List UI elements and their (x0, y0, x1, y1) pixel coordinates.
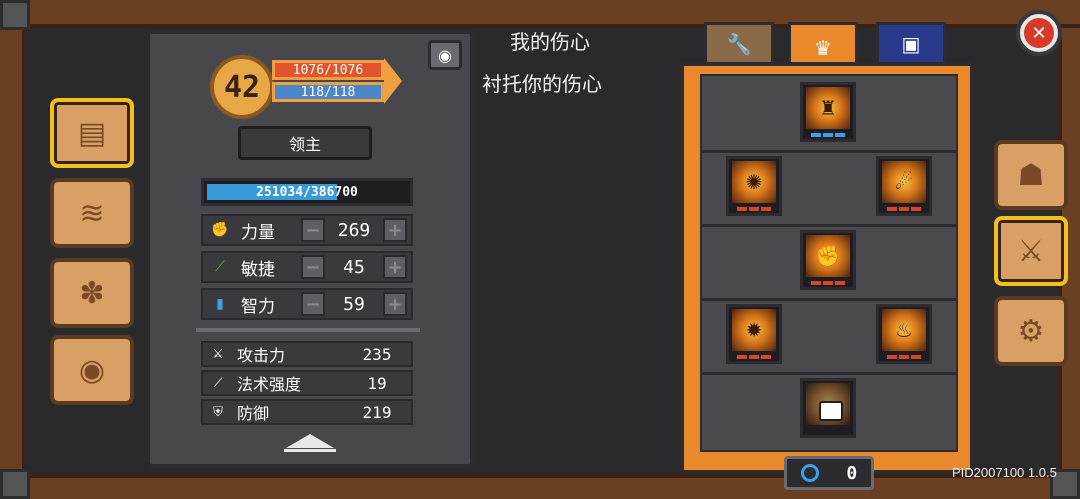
attr-label: 法术强度 (237, 375, 302, 394)
skill-whirlwind[interactable]: ✺ (726, 156, 782, 216)
attr-value: 219 (362, 402, 392, 422)
decrease-strength-button[interactable]: − (301, 218, 325, 242)
wrench-icon: 🔧 (726, 32, 752, 56)
whirl-icon: ✺ (732, 161, 776, 203)
grid-line (700, 298, 958, 301)
level-badge: 42 (210, 55, 274, 119)
meteor-icon: ☄ (882, 161, 926, 203)
skill-pips (887, 207, 921, 211)
collapse-arrow-icon[interactable] (286, 434, 334, 448)
shield-icon: ⛨ (213, 404, 223, 420)
wand-icon: ⟋ (213, 375, 223, 391)
warrior-silhouette-icon: ♜ (806, 87, 850, 129)
stat-value: 59 (343, 293, 365, 315)
frame-corner (0, 469, 30, 499)
skill-points-counter: 0 (784, 456, 874, 490)
settings-icon: ⚙ (1017, 313, 1045, 349)
attr-value: 19 (367, 373, 387, 393)
stat-label: 敏捷 (241, 259, 275, 280)
skill-lord-aura[interactable]: ♜ (800, 82, 856, 142)
attr-label: 防御 (237, 404, 270, 423)
attr-value: 235 (362, 344, 392, 364)
skill-pips (737, 207, 771, 211)
armor-icon: ▣ (901, 32, 921, 56)
decrease-agility-button[interactable]: − (301, 255, 325, 279)
attr-row-defense: ⛨ 防御 219 (201, 399, 413, 425)
tab-journal[interactable]: ▤ (50, 98, 134, 168)
grid-line (700, 372, 958, 375)
crown-icon: ♛ (814, 35, 832, 60)
hp-bar: 1076/1076 (272, 60, 384, 80)
version-label: PID2007100 1.0.5 (952, 465, 1057, 480)
stat-row-strength: ✊ 力量 − 269 + (201, 214, 413, 246)
attr-row-spell-power: ⟋ 法术强度 19 (201, 370, 413, 396)
frame-corner (0, 0, 30, 30)
camera-icon: ◉ (438, 45, 452, 65)
lock-icon (819, 401, 843, 421)
fist-icon: ✊ (806, 235, 850, 277)
grid-line (700, 150, 958, 153)
skill-pips (887, 355, 921, 359)
increase-strength-button[interactable]: + (383, 218, 407, 242)
tab-bell[interactable]: ◉ (50, 335, 134, 405)
stat-value: 269 (337, 219, 371, 241)
decrease-intellect-button[interactable]: − (301, 292, 325, 316)
fire-gate-icon: ♨ (882, 309, 926, 351)
skill-fire-gate[interactable]: ♨ (876, 304, 932, 364)
grid-line (700, 224, 958, 227)
tab-equipment[interactable]: ☗ (994, 140, 1068, 210)
exp-text: 251034/386700 (256, 184, 358, 200)
book-icon: ▤ (77, 115, 107, 151)
frame-bottom (0, 474, 1080, 499)
tab-map[interactable]: ≋ (50, 178, 134, 248)
quote-line-2: 衬托你的伤心 (482, 72, 602, 96)
stat-row-agility: ⟋ 敏捷 − 45 + (201, 251, 413, 283)
feather-icon: ⟋ (215, 259, 225, 275)
attr-label: 攻击力 (237, 346, 286, 365)
helmet-icon: ☗ (1017, 157, 1045, 193)
close-icon: ✕ (1024, 18, 1054, 48)
skill-meteor[interactable]: ☄ (876, 156, 932, 216)
skill-points-value: 0 (846, 462, 858, 484)
title-button[interactable]: 领主 (238, 126, 372, 160)
stat-row-intellect: ▮ 智力 − 59 + (201, 288, 413, 320)
skill-power-fist[interactable]: ✊ (800, 230, 856, 290)
swirl-icon (800, 464, 819, 482)
increase-intellect-button[interactable]: + (383, 292, 407, 316)
bar-arrow-decoration (384, 58, 402, 104)
close-button[interactable]: ✕ (1016, 10, 1062, 56)
screenshot-button[interactable]: ◉ (428, 40, 462, 70)
collapse-line (284, 449, 336, 452)
bell-icon: ◉ (78, 352, 106, 388)
sword-icon: ⚔ (212, 346, 224, 362)
skill-pips (737, 355, 771, 359)
book-icon: ▮ (216, 296, 224, 312)
increase-agility-button[interactable]: + (383, 255, 407, 279)
fist-icon: ✊ (211, 222, 229, 238)
quote-line-1: 我的伤心 (510, 30, 590, 54)
paw-icon: ✽ (79, 275, 105, 311)
skill-pips (811, 281, 845, 285)
gear-burst-icon: ✹ (732, 309, 776, 351)
tab-skills[interactable]: ⚔ (994, 216, 1068, 286)
stat-label: 智力 (241, 296, 275, 317)
skill-gear-burst[interactable]: ✹ (726, 304, 782, 364)
tab-armor[interactable]: ▣ (876, 22, 946, 66)
skill-pips (811, 133, 845, 137)
tab-crafting[interactable]: 🔧 (704, 22, 774, 66)
exp-bar: 251034/386700 (201, 178, 413, 206)
frame-left (0, 28, 26, 474)
skills-icon: ⚔ (1017, 233, 1045, 269)
skill-pips (811, 429, 845, 433)
tab-settings[interactable]: ⚙ (994, 296, 1068, 366)
skill-locked[interactable] (800, 378, 856, 438)
stat-value: 45 (343, 256, 365, 278)
mp-bar: 118/118 (272, 82, 384, 102)
stat-label: 力量 (241, 222, 275, 243)
attr-row-attack: ⚔ 攻击力 235 (201, 341, 413, 367)
map-icon: ≋ (79, 195, 105, 231)
tab-pets[interactable]: ✽ (50, 258, 134, 328)
divider (196, 328, 420, 332)
